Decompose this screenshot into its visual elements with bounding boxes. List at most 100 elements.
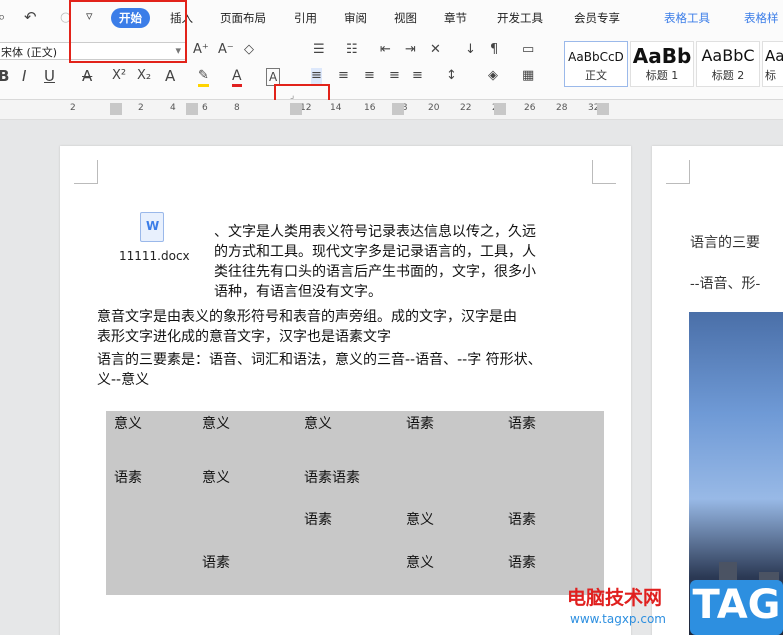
watermark-tag-logo: TAG <box>690 580 783 635</box>
ruler-number: 28 <box>556 103 568 113</box>
style-heading3[interactable]: AaB 标 <box>762 41 783 87</box>
style-normal-label: 正文 <box>585 69 607 82</box>
table-cell[interactable]: 语素 <box>114 467 142 487</box>
tab-chapter[interactable]: 章节 <box>444 10 467 26</box>
paragraph-1: 、文字是人类用表义符号记录表达信息以传之，久远 的方式和工具。现代文字多是记录语… <box>214 222 536 302</box>
paragraph-2: 意音文字是由表义的象形符号和表音的声旁组。成的文字，汉字是由 表形文字进化成的意… <box>97 307 517 347</box>
tab-table-style[interactable]: 表格样 <box>744 10 779 26</box>
line-spacing-icon[interactable]: ↕ <box>446 68 457 84</box>
tab-view[interactable]: 视图 <box>394 10 417 26</box>
style-heading2[interactable]: AaBbC 标题 2 <box>696 41 760 87</box>
ruler-column-marker[interactable] <box>494 103 506 115</box>
word-file-icon[interactable]: W <box>140 212 164 242</box>
document-page[interactable]: W 11111.docx 、文字是人类用表义符号记录表达信息以传之，久远 的方式… <box>60 146 631 635</box>
show-marks-icon[interactable]: ¶ <box>490 42 498 58</box>
grow-font-icon[interactable]: A⁺ <box>193 42 209 58</box>
numbering-icon[interactable]: ☷ <box>346 42 358 58</box>
highlight-box-home <box>69 0 187 63</box>
table-cell[interactable]: 语素 <box>406 413 434 433</box>
text-line: 语言的三要素是：语音、词汇和语法，意义的三音--语音、--字 符形状、 <box>97 352 542 368</box>
page2-text-line: 语言的三要 <box>690 235 760 251</box>
font-name-value: 宋体 (正文) <box>1 46 58 59</box>
table-cell[interactable]: 意义 <box>114 413 142 433</box>
table-cell[interactable]: 语素 <box>508 413 536 433</box>
ruler-number: 26 <box>524 103 536 113</box>
tab-references[interactable]: 引用 <box>294 10 317 26</box>
table-cell[interactable]: 语素 <box>508 552 536 572</box>
text-line: 的方式和工具。现代文字多是记录语言的，工具，人 <box>214 244 536 260</box>
subscript-icon[interactable]: X₂ <box>137 68 151 84</box>
ruler-column-marker[interactable] <box>392 103 404 115</box>
indent-increase-icon[interactable]: ⇥ <box>405 42 416 58</box>
style-normal[interactable]: AaBbCcD 正文 <box>564 41 628 87</box>
strikethrough-icon[interactable]: A <box>82 68 92 84</box>
text-line: 表形文字进化成的意音文字，汉字也是语素文字 <box>97 329 391 345</box>
watermark-url: www.tagxp.com <box>570 612 666 626</box>
text-line: 类往往先有口头的语言后产生书面的，文字，很多小 <box>214 264 536 280</box>
tab-page-layout[interactable]: 页面布局 <box>220 10 266 26</box>
horizontal-ruler[interactable]: 2 2 4 6 8 12 14 16 18 20 22 24 26 28 32 <box>0 100 783 120</box>
text-line: 、文字是人类用表义符号记录表达信息以传之，久远 <box>214 224 536 240</box>
style-heading3-label: 标 <box>765 69 776 82</box>
underline-icon[interactable]: U <box>44 68 55 84</box>
tab-developer[interactable]: 开发工具 <box>497 10 543 26</box>
undo-icon[interactable]: ↶ <box>24 9 37 25</box>
table-cell[interactable]: 意义 <box>406 552 434 572</box>
shrink-font-icon[interactable]: A⁻ <box>218 42 234 58</box>
distribute-icon[interactable]: ≡ <box>412 68 423 84</box>
align-center-icon[interactable]: ≡ <box>338 68 349 84</box>
margin-corner <box>592 160 616 184</box>
ruler-number: 4 <box>170 103 176 113</box>
shading-icon[interactable]: ◈ <box>488 68 498 84</box>
justify-icon[interactable]: ≡ <box>389 68 400 84</box>
attachment-filename[interactable]: 11111.docx <box>119 249 190 263</box>
document-page-2[interactable]: 语言的三要 --语音、形- <box>652 146 783 635</box>
borders-icon[interactable]: ▦ <box>522 68 534 84</box>
clear-format-icon[interactable]: ◇ <box>244 42 254 58</box>
watermark-site-name: 电脑技术网 <box>567 587 663 609</box>
ruler-number: 20 <box>428 103 440 113</box>
paragraph-3: 语言的三要素是：语音、词汇和语法，意义的三音--语音、--字 符形状、 义--意… <box>97 350 542 390</box>
table-cell[interactable]: 语素 <box>304 509 332 529</box>
print-preview-icon[interactable]: ⌕ <box>0 10 5 26</box>
ruler-indent-marker[interactable] <box>110 103 122 115</box>
ruler-number: 6 <box>202 103 208 113</box>
bullets-icon[interactable]: ☰ <box>313 42 325 58</box>
align-right-icon[interactable]: ≡ <box>364 68 375 84</box>
watermark-tag-text: TAG <box>692 582 781 628</box>
ruler-column-marker[interactable] <box>186 103 198 115</box>
table-cell[interactable]: 意义 <box>202 413 230 433</box>
document-table[interactable]: 意义 意义 意义 语素 语素 语素 意义 语素语素 语素 意义 语素 语素 意义… <box>106 411 604 595</box>
bold-icon[interactable]: B <box>0 68 9 84</box>
table-cell[interactable]: 语素 <box>202 552 230 572</box>
ruler-number: 22 <box>460 103 472 113</box>
font-color-icon[interactable]: A <box>232 68 242 87</box>
indent-decrease-icon[interactable]: ⇤ <box>380 42 391 58</box>
table-insert-icon[interactable]: ▭ <box>522 42 534 58</box>
table-cell[interactable]: 语素 <box>508 509 536 529</box>
text-line: 义--意义 <box>97 372 150 388</box>
chinese-layout-icon[interactable]: ✕ <box>430 42 441 58</box>
tab-review[interactable]: 审阅 <box>344 10 367 26</box>
ruler-column-marker[interactable] <box>597 103 609 115</box>
highlight-icon[interactable]: ✎ <box>198 68 209 87</box>
style-normal-sample: AaBbCcD <box>568 50 624 64</box>
superscript-icon[interactable]: X² <box>112 68 126 84</box>
align-left-icon[interactable]: ≡ <box>311 68 322 84</box>
text-effect-icon[interactable]: A <box>165 68 175 84</box>
italic-icon[interactable]: I <box>22 68 26 84</box>
tab-member[interactable]: 会员专享 <box>574 10 620 26</box>
table-cell[interactable]: 意义 <box>406 509 434 529</box>
tab-table-tools[interactable]: 表格工具 <box>664 10 710 26</box>
page2-text-line: --语音、形- <box>690 276 761 292</box>
style-heading1[interactable]: AaBb 标题 1 <box>630 41 694 87</box>
ruler-number: 8 <box>234 103 240 113</box>
table-cell[interactable]: 意义 <box>202 467 230 487</box>
table-cell[interactable]: 意义 <box>304 413 332 433</box>
style-heading1-sample: AaBb <box>632 44 692 68</box>
ribbon: ⌕ ↶ ○ ▿ 开始 插入 页面布局 引用 审阅 视图 章节 开发工具 会员专享… <box>0 0 783 112</box>
ruler-column-marker[interactable] <box>290 103 302 115</box>
sort-icon[interactable]: ↓ <box>465 42 476 58</box>
ruler-number: 2 <box>70 103 76 113</box>
table-cell[interactable]: 语素语素 <box>304 467 360 487</box>
